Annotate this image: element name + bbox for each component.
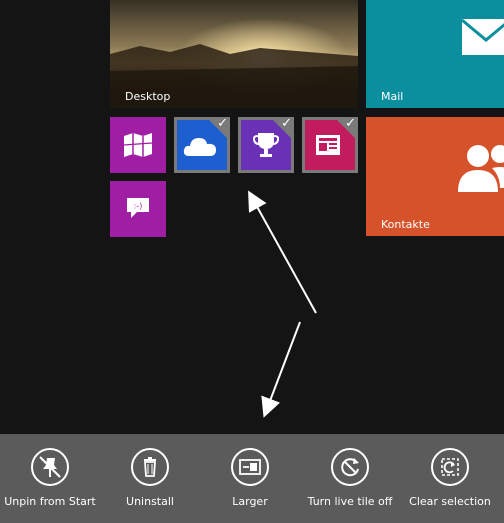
clear-selection-button[interactable]: Clear selection — [400, 434, 500, 523]
start-screen: Desktop Mail Kontakte ✓ ✓ ✓:-) Unpin fr… — [0, 0, 504, 523]
unpin-from-start-button[interactable]: Unpin from Start — [0, 434, 100, 523]
uninstall-button[interactable]: Uninstall — [100, 434, 200, 523]
chat-smiley-icon: :-) — [127, 198, 149, 218]
tile-skydrive[interactable]: ✓ — [174, 117, 230, 173]
svg-text::-): :-) — [134, 202, 143, 211]
app-bar: Unpin from Start Uninstall Larger Turn l… — [0, 434, 504, 523]
map-icon — [123, 133, 153, 157]
refresh-icon — [331, 448, 369, 486]
larger-button[interactable]: Larger — [200, 434, 300, 523]
tile-mail[interactable]: Mail — [366, 0, 504, 108]
checkmark-icon: ✓ — [281, 117, 292, 131]
tile-desktop-label: Desktop — [125, 90, 171, 103]
clear-selection-icon — [431, 448, 469, 486]
tile-mail-label: Mail — [381, 90, 404, 103]
turn-live-tile-off-button[interactable]: Turn live tile off — [300, 434, 400, 523]
tile-games[interactable]: ✓ — [238, 117, 294, 173]
checkmark-icon: ✓ — [345, 117, 356, 131]
unpin-icon — [31, 448, 69, 486]
tile-maps[interactable] — [110, 117, 166, 173]
arrow-to-tiles — [248, 190, 317, 314]
tile-messaging[interactable]: :-) — [110, 181, 166, 237]
trash-icon — [131, 448, 169, 486]
clear-selection-label: Clear selection — [409, 495, 491, 508]
checkmark-icon: ✓ — [217, 117, 228, 131]
envelope-icon — [461, 18, 504, 55]
tile-contacts-label: Kontakte — [381, 218, 430, 231]
resize-larger-icon — [231, 448, 269, 486]
arrow-to-larger — [261, 321, 301, 418]
tile-desktop[interactable]: Desktop — [110, 0, 358, 108]
tile-news[interactable]: ✓ — [302, 117, 358, 173]
tile-contacts[interactable]: Kontakte — [366, 117, 504, 236]
people-icon — [458, 145, 504, 192]
